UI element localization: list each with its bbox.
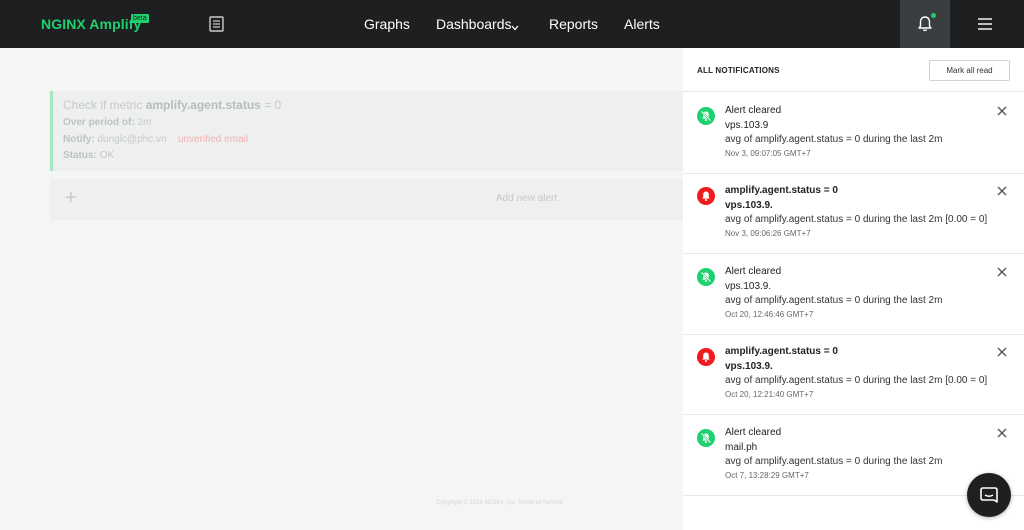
notification-timestamp: Nov 3, 09:06:26 GMT+7 (725, 229, 811, 239)
notification-description: avg of amplify.agent.status = 0 during t… (725, 294, 943, 306)
bell-icon (918, 16, 932, 32)
notification-item[interactable]: Alert cleared vps.103.9. avg of amplify.ag… (683, 254, 1024, 335)
unverified-email-label: unverified email (178, 134, 249, 145)
nav-alerts[interactable]: Alerts (624, 16, 660, 32)
notifications-panel: ALL NOTIFICATIONS Mark all read Alert cl… (683, 48, 1024, 530)
menu-icon[interactable] (978, 17, 992, 30)
add-new-alert-label: Add new alert (496, 193, 558, 204)
notification-title: Alert cleared (725, 265, 782, 277)
notification-host: vps.103.9. (725, 280, 772, 292)
alert-status-label: Status: (63, 150, 97, 161)
footer-copyright: Copyright © 2019 NGINX, Inc. Terms of Se… (436, 500, 563, 506)
nav-reports[interactable]: Reports (549, 16, 598, 32)
add-new-alert-row[interactable]: + Add new alert (50, 179, 683, 220)
notification-host: mail.ph (725, 441, 758, 453)
notification-description: avg of amplify.agent.status = 0 during t… (725, 134, 943, 145)
notification-timestamp: Nov 3, 09:07:05 GMT+7 (725, 149, 811, 158)
alert-rule-prefix: Check if metric (63, 98, 143, 112)
beta-badge: beta (131, 14, 149, 23)
notification-timestamp: Oct 7, 13:28:29 GMT+7 (725, 470, 809, 480)
alert-notify: Notify: dunglc@phc.vn (63, 134, 167, 145)
close-icon[interactable] (996, 345, 1008, 357)
notification-description: avg of amplify.agent.status = 0 during t… (725, 375, 988, 387)
notification-item[interactable]: amplify.agent.status = 0 vps.103.9. avg of… (683, 334, 1024, 416)
notification-description: avg of amplify.agent.status = 0 during t… (725, 214, 988, 226)
notification-title: amplify.agent.status = 0 (725, 346, 838, 358)
close-icon[interactable] (996, 184, 1008, 196)
chat-icon (980, 487, 998, 503)
alert-bell-icon (697, 187, 715, 206)
alert-status: Status: OK (63, 150, 114, 161)
notification-title: Alert cleared (725, 105, 782, 116)
plus-icon: + (65, 187, 77, 209)
alert-rule-condition: = 0 (264, 98, 282, 112)
alert-rule-card[interactable]: Check if metric amplify.agent.status = 0… (50, 91, 683, 171)
top-navbar: NGINX Amplify beta Graphs Dashboards Rep… (0, 0, 1024, 48)
alert-period-value: 2m (137, 117, 152, 128)
alert-notify-value: dunglc@phc.vn (97, 134, 167, 145)
alert-period-label: Over period of: (63, 117, 135, 128)
close-icon[interactable] (996, 104, 1008, 116)
bell-off-icon (697, 428, 715, 447)
notification-title: amplify.agent.status = 0 (725, 185, 838, 197)
brand-logo[interactable]: NGINX Amplify (41, 16, 141, 32)
mark-all-read-button[interactable]: Mark all read (929, 60, 1010, 81)
chevron-down-icon[interactable] (511, 19, 519, 31)
alert-rule-title: Check if metric amplify.agent.status = 0 (63, 98, 281, 112)
notification-host: vps.103.9. (725, 200, 773, 212)
notification-item[interactable]: Alert cleared vps.103.9 avg of amplify.age… (683, 93, 1024, 174)
close-icon[interactable] (996, 265, 1008, 277)
notification-title: Alert cleared (725, 426, 782, 438)
alert-bell-icon (697, 348, 715, 367)
notification-host: vps.103.9. (725, 361, 773, 373)
alert-period: Over period of: 2m (63, 117, 151, 128)
nav-dashboards[interactable]: Dashboards (436, 16, 512, 32)
chat-launcher-button[interactable] (967, 473, 1011, 517)
notification-host: vps.103.9 (725, 120, 769, 131)
close-icon[interactable] (996, 426, 1008, 438)
bell-off-icon (697, 267, 715, 286)
alert-status-value: OK (99, 150, 115, 161)
notification-item[interactable]: amplify.agent.status = 0 vps.103.9. avg of… (683, 173, 1024, 255)
notification-timestamp: Oct 20, 12:46:46 GMT+7 (725, 309, 814, 319)
unread-indicator-dot (931, 13, 936, 18)
notifications-header: ALL NOTIFICATIONS Mark all read (683, 48, 1024, 92)
nav-graphs[interactable]: Graphs (364, 16, 410, 32)
notifications-title: ALL NOTIFICATIONS (697, 66, 780, 75)
document-icon[interactable] (209, 16, 224, 32)
notifications-button[interactable] (900, 0, 950, 48)
bell-off-icon (697, 107, 715, 125)
alert-notify-label: Notify: (63, 134, 95, 145)
alert-rule-metric: amplify.agent.status (145, 98, 261, 112)
notification-timestamp: Oct 20, 12:21:40 GMT+7 (725, 390, 814, 400)
notification-description: avg of amplify.agent.status = 0 during t… (725, 455, 943, 467)
